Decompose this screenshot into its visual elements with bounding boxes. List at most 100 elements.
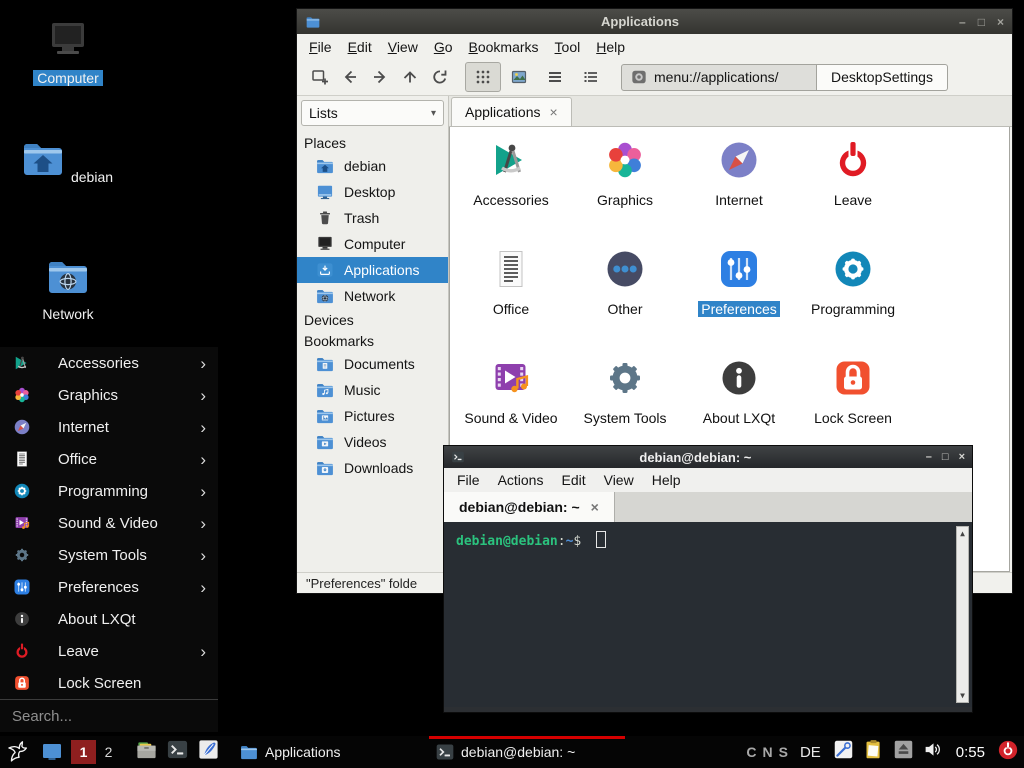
minimize-icon[interactable]: – xyxy=(959,16,966,28)
tray-volume[interactable] xyxy=(923,739,944,765)
task-debian-debian[interactable]: debian@debian: ~ xyxy=(429,736,625,768)
sidebar-item-trash[interactable]: Trash xyxy=(297,205,448,231)
sidebar-item-music[interactable]: Music xyxy=(297,377,448,403)
sound-video-icon xyxy=(12,513,32,533)
launcher-qterminal[interactable] xyxy=(166,738,189,766)
fm-menu-tool[interactable]: Tool xyxy=(547,37,589,57)
folder-lock-screen[interactable]: Lock Screen xyxy=(796,350,910,456)
toolbar-go-up-button[interactable] xyxy=(395,63,425,91)
folder-preferences[interactable]: Preferences xyxy=(682,241,796,347)
desktop-icon-computer[interactable]: Computer xyxy=(18,16,118,86)
terminal-menu-actions[interactable]: Actions xyxy=(489,470,553,490)
fm-menu-bookmarks[interactable]: Bookmarks xyxy=(461,37,547,57)
menu-item-leave[interactable]: Leave› xyxy=(0,635,218,667)
close-icon[interactable]: × xyxy=(959,452,965,463)
keyboard-indicator[interactable]: CNS xyxy=(746,744,788,760)
terminal-menu-view[interactable]: View xyxy=(595,470,643,490)
toolbar-view-icons-toggle[interactable] xyxy=(465,62,501,92)
folder-system-tools[interactable]: System Tools xyxy=(568,350,682,456)
menu-item-graphics[interactable]: Graphics› xyxy=(0,379,218,411)
close-icon[interactable]: × xyxy=(997,16,1004,28)
launcher-featherpad[interactable] xyxy=(197,738,220,766)
terminal-titlebar[interactable]: debian@debian: ~ – □ × xyxy=(444,446,972,468)
sidebar-item-downloads[interactable]: Downloads xyxy=(297,455,448,481)
menu-item-about-lxqt[interactable]: About LXQt xyxy=(0,603,218,635)
desktop-icon-debian[interactable]: debian xyxy=(18,134,118,185)
menu-search-input[interactable]: Search... xyxy=(0,699,218,735)
sidebar-item-computer[interactable]: Computer xyxy=(297,231,448,257)
sidebar-item-pictures[interactable]: Pictures xyxy=(297,403,448,429)
menu-item-lock-screen[interactable]: Lock Screen xyxy=(0,667,218,699)
power-button[interactable] xyxy=(997,739,1019,766)
tray-screenshot[interactable] xyxy=(833,739,854,765)
fm-menu-file[interactable]: File xyxy=(301,37,340,57)
folder-network-icon xyxy=(44,252,92,300)
maximize-icon[interactable]: □ xyxy=(942,452,949,463)
about-icon xyxy=(12,609,32,629)
folder-about-lxqt[interactable]: About LXQt xyxy=(682,350,796,456)
toolbar-view-compact-toggle[interactable] xyxy=(573,62,609,92)
keyboard-layout[interactable]: DE xyxy=(800,744,821,761)
show-desktop-button[interactable] xyxy=(40,740,64,764)
terminal-menu-file[interactable]: File xyxy=(448,470,489,490)
terminal-output[interactable]: debian@debian:~$ ▲ ▼ xyxy=(444,522,972,707)
menu-item-preferences[interactable]: Preferences› xyxy=(0,571,218,603)
tray-eject[interactable] xyxy=(893,739,914,765)
minimize-icon[interactable]: – xyxy=(926,452,932,463)
toolbar-go-forward-button[interactable] xyxy=(365,63,395,91)
menu-item-internet[interactable]: Internet› xyxy=(0,411,218,443)
toolbar-view-detailed-toggle[interactable] xyxy=(537,62,573,92)
menu-item-programming[interactable]: Programming› xyxy=(0,475,218,507)
fm-menu-go[interactable]: Go xyxy=(426,37,461,57)
fm-titlebar[interactable]: Applications – □ × xyxy=(297,9,1012,34)
sidebar-item-debian[interactable]: debian xyxy=(297,153,448,179)
clock[interactable]: 0:55 xyxy=(956,744,985,761)
terminal-menu-help[interactable]: Help xyxy=(643,470,690,490)
folder-office[interactable]: Office xyxy=(454,241,568,347)
terminal-tab[interactable]: debian@debian: ~ × xyxy=(444,492,615,522)
tab-close-icon[interactable]: × xyxy=(591,500,599,514)
fm-menu-view[interactable]: View xyxy=(380,37,426,57)
internet-icon xyxy=(715,136,763,184)
terminal-scrollbar[interactable]: ▲ ▼ xyxy=(956,526,969,703)
launcher-file-manager[interactable] xyxy=(135,738,158,766)
menu-item-accessories[interactable]: Accessories› xyxy=(0,347,218,379)
scroll-up-icon[interactable]: ▲ xyxy=(960,529,965,538)
toolbar-view-thumbnails-toggle[interactable] xyxy=(501,62,537,92)
tab-close-icon[interactable]: × xyxy=(550,105,558,119)
workspace-1[interactable]: 1 xyxy=(71,740,96,764)
fm-tab-applications[interactable]: Applications × xyxy=(451,97,572,126)
menu-item-system-tools[interactable]: System Tools› xyxy=(0,539,218,571)
app-menu-button[interactable] xyxy=(5,739,32,766)
sidebar-item-network[interactable]: Network xyxy=(297,283,448,309)
folder-other[interactable]: Other xyxy=(568,241,682,347)
terminal-menu-edit[interactable]: Edit xyxy=(552,470,594,490)
task-applications[interactable]: Applications xyxy=(233,736,429,768)
maximize-icon[interactable]: □ xyxy=(978,16,985,28)
folder-leave[interactable]: Leave xyxy=(796,132,910,238)
location-icon xyxy=(631,69,647,85)
folder-programming[interactable]: Programming xyxy=(796,241,910,347)
menu-item-office[interactable]: Office› xyxy=(0,443,218,475)
fm-menu-help[interactable]: Help xyxy=(588,37,633,57)
desktop-icon-network[interactable]: Network xyxy=(18,252,118,322)
tray-clipboard[interactable] xyxy=(863,739,884,765)
menu-item-sound-video[interactable]: Sound & Video› xyxy=(0,507,218,539)
sidebar-item-desktop[interactable]: Desktop xyxy=(297,179,448,205)
folder-accessories[interactable]: Accessories xyxy=(454,132,568,238)
workspace-2[interactable]: 2 xyxy=(96,740,121,764)
toolbar-go-back-button[interactable] xyxy=(335,63,365,91)
folder-graphics[interactable]: Graphics xyxy=(568,132,682,238)
sidebar-item-documents[interactable]: Documents xyxy=(297,351,448,377)
scroll-down-icon[interactable]: ▼ xyxy=(960,691,965,700)
sidebar-item-videos[interactable]: Videos xyxy=(297,429,448,455)
toolbar-new-tab-button[interactable] xyxy=(305,63,335,91)
path-segment-desktopsettings[interactable]: DesktopSettings xyxy=(817,64,948,91)
path-segment-current[interactable]: menu://applications/ xyxy=(621,64,817,91)
sidebar-mode-select[interactable]: Lists ▾ xyxy=(301,100,444,126)
folder-sound-video[interactable]: Sound & Video xyxy=(454,350,568,456)
toolbar-reload-button[interactable] xyxy=(425,63,455,91)
folder-internet[interactable]: Internet xyxy=(682,132,796,238)
sidebar-item-applications[interactable]: Applications xyxy=(297,257,448,283)
fm-menu-edit[interactable]: Edit xyxy=(340,37,380,57)
